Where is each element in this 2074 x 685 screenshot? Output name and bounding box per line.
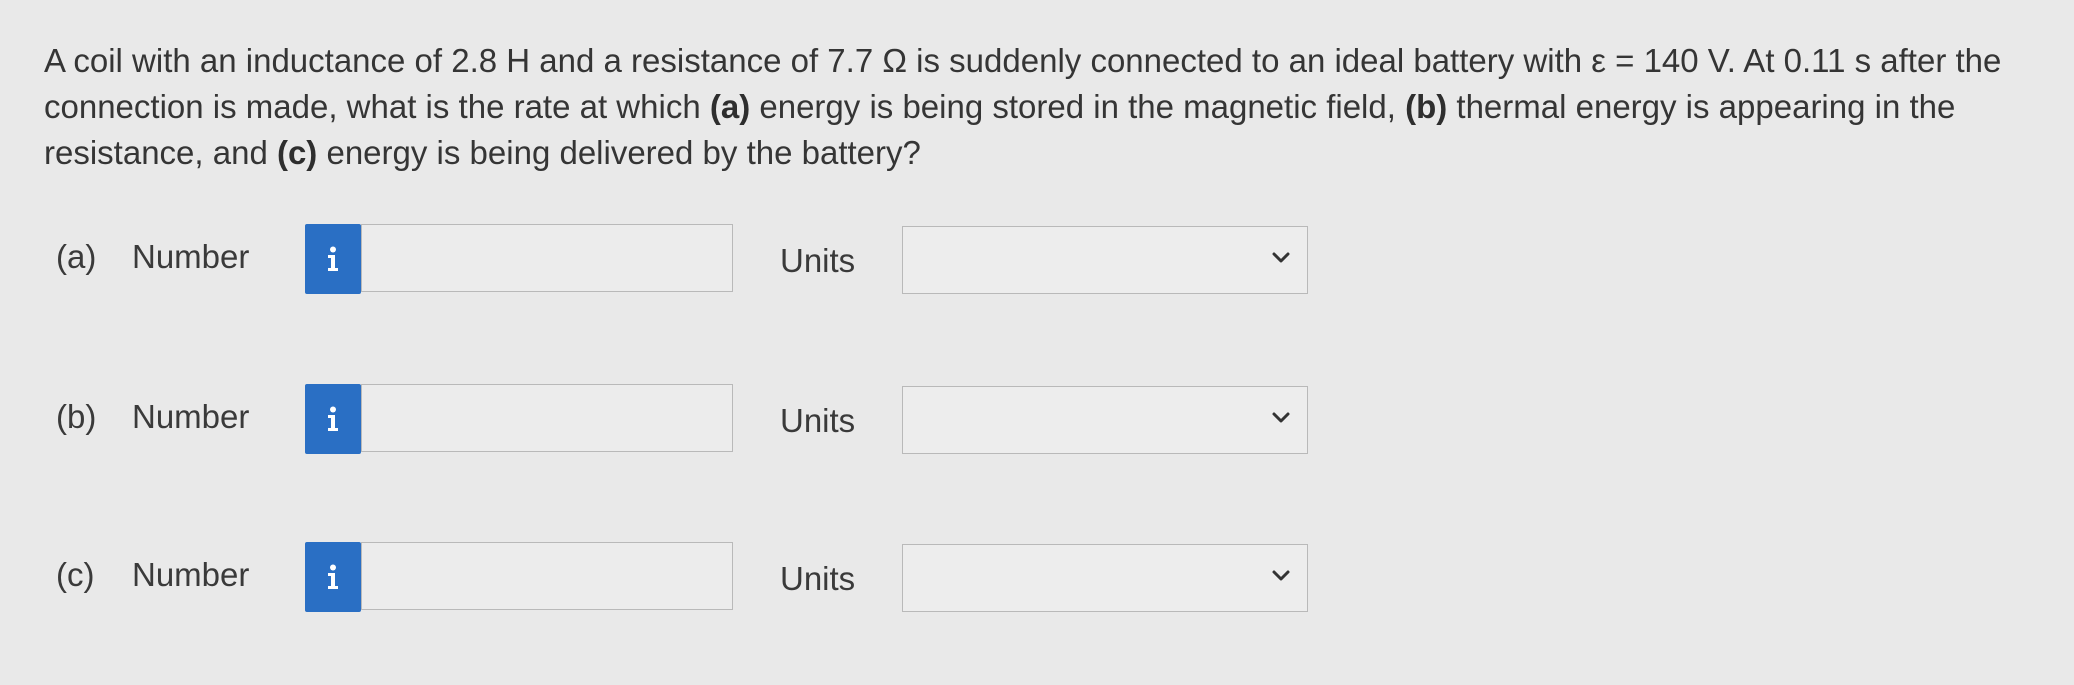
units-label: Units (780, 560, 856, 597)
part-label: (a) (56, 238, 97, 275)
question-line-3: resistance, and (c) energy is being deli… (44, 130, 2034, 176)
part-b-ref: (b) (1405, 88, 1448, 125)
info-icon (328, 246, 338, 271)
info-icon (328, 406, 338, 431)
part-a-ref: (a) (709, 88, 751, 125)
info-button[interactable] (305, 542, 361, 612)
question-text-segment: energy is being stored in the magnetic f… (750, 88, 1406, 125)
units-select-a[interactable] (902, 226, 1308, 294)
units-select-c[interactable] (902, 544, 1308, 612)
part-label: (b) (56, 398, 97, 435)
number-label: Number (132, 556, 250, 593)
question-line-2: connection is made, what is the rate at … (44, 84, 2034, 130)
answer-row-c: (c) Number Units (0, 542, 2074, 614)
number-input-b[interactable] (361, 384, 733, 452)
number-input-a[interactable] (361, 224, 733, 292)
part-c-ref: (c) (276, 134, 318, 171)
question-text: A coil with an inductance of 2.8 H and a… (44, 38, 2034, 176)
info-icon (328, 564, 338, 589)
number-input-c[interactable] (361, 542, 733, 610)
part-label: (c) (56, 556, 95, 593)
number-label: Number (132, 398, 250, 435)
answer-row-a: (a) Number Units (0, 224, 2074, 296)
number-label: Number (132, 238, 250, 275)
question-text-segment: thermal energy is appearing in the (1447, 88, 1956, 125)
info-button[interactable] (305, 224, 361, 294)
info-button[interactable] (305, 384, 361, 454)
chevron-down-icon (1272, 412, 1290, 423)
question-text-segment: energy is being delivered by the battery… (317, 134, 921, 171)
question-text-segment: connection is made, what is the rate at … (44, 88, 710, 125)
answer-row-b: (b) Number Units (0, 384, 2074, 456)
chevron-down-icon (1272, 252, 1290, 263)
question-text-segment: resistance, and (44, 134, 277, 171)
units-select-b[interactable] (902, 386, 1308, 454)
question-line-1: A coil with an inductance of 2.8 H and a… (44, 42, 2002, 79)
units-label: Units (780, 402, 856, 439)
chevron-down-icon (1272, 570, 1290, 581)
units-label: Units (780, 242, 856, 279)
